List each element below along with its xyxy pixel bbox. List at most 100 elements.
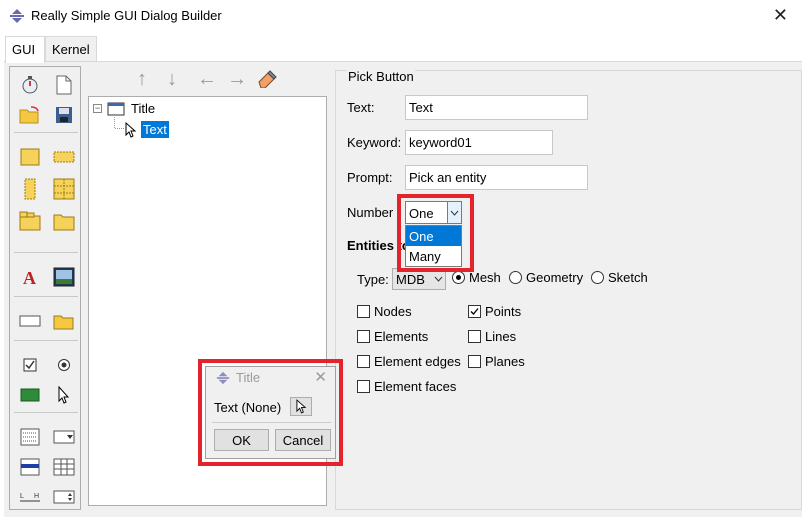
- collapse-icon[interactable]: −: [93, 104, 102, 113]
- horizontal-frame-icon[interactable]: [52, 145, 76, 169]
- new-file-icon[interactable]: [52, 73, 76, 97]
- type-select-value: MDB: [396, 272, 425, 287]
- spinner-icon[interactable]: [52, 485, 76, 509]
- text-label: Text:: [347, 100, 375, 115]
- svg-text:A: A: [23, 268, 36, 287]
- checkbox-points-box[interactable]: [468, 305, 481, 318]
- list-box-icon[interactable]: [18, 425, 42, 449]
- file-tools-group: [14, 69, 78, 133]
- dialog-box-icon[interactable]: [18, 145, 42, 169]
- close-icon[interactable]: ✕: [773, 5, 788, 26]
- move-right-icon[interactable]: →: [227, 68, 247, 91]
- checkbox-nodes[interactable]: Nodes: [357, 304, 412, 319]
- tree-connector: [114, 114, 115, 128]
- button-tools-group: [14, 349, 78, 413]
- checkbox-lines-box[interactable]: [468, 330, 481, 343]
- push-button-icon[interactable]: [18, 383, 42, 407]
- radio-mesh-indicator[interactable]: [452, 271, 465, 284]
- widget-toolbox: A L H: [9, 66, 81, 510]
- checkbox-element-faces-box[interactable]: [357, 380, 370, 393]
- list-tools-group: LH: [14, 421, 78, 511]
- prompt-label: Prompt:: [347, 170, 393, 185]
- checkbox-element-faces[interactable]: Element faces: [357, 379, 456, 394]
- tab-gui[interactable]: GUI: [5, 36, 45, 63]
- checkbox-elements[interactable]: Elements: [357, 329, 428, 344]
- svg-text:L: L: [20, 493, 24, 500]
- radio-geometry[interactable]: Geometry: [509, 270, 583, 285]
- number-dropdown: One Many: [405, 225, 462, 267]
- checkbox-elements-label: Elements: [374, 329, 429, 344]
- checkbox-nodes-box[interactable]: [357, 305, 370, 318]
- move-up-icon[interactable]: ↑: [137, 68, 147, 91]
- checkbox-element-edges[interactable]: Element edges: [357, 354, 461, 369]
- checkbox-element-faces-label: Element faces: [374, 379, 457, 394]
- label-icon[interactable]: A: [18, 265, 42, 289]
- highlight-box-preview: [198, 359, 343, 466]
- checkbox-element-edges-box[interactable]: [357, 355, 370, 368]
- display-tools-group: A: [14, 261, 78, 297]
- tree-node-text-label: Text: [141, 121, 169, 138]
- checkbox-lines[interactable]: Lines: [468, 329, 516, 344]
- dialog-window-icon: [107, 102, 125, 115]
- checkbox-nodes-label: Nodes: [374, 304, 412, 319]
- radio-sketch-indicator[interactable]: [591, 271, 604, 284]
- window-title: Really Simple GUI Dialog Builder: [31, 8, 222, 23]
- slider-icon[interactable]: LH: [18, 485, 42, 509]
- radio-mesh-label: Mesh: [469, 270, 501, 285]
- pick-cursor-icon: [125, 121, 137, 138]
- grid-frame-icon[interactable]: [52, 177, 76, 201]
- table-icon[interactable]: [52, 455, 76, 479]
- keyword-field[interactable]: keyword01: [405, 130, 553, 155]
- number-label: Number: [347, 205, 394, 220]
- checkbox-icon[interactable]: [18, 353, 42, 377]
- radio-mesh[interactable]: Mesh: [452, 270, 501, 285]
- radio-sketch-label: Sketch: [608, 270, 648, 285]
- svg-text:H: H: [34, 493, 39, 500]
- checkbox-planes[interactable]: Planes: [468, 354, 525, 369]
- text-field-icon[interactable]: [18, 309, 42, 333]
- tree-node-text[interactable]: Text: [125, 121, 169, 138]
- checkbox-elements-box[interactable]: [357, 330, 370, 343]
- radio-geometry-indicator[interactable]: [509, 271, 522, 284]
- move-left-icon[interactable]: ←: [197, 68, 217, 91]
- combo-box-icon[interactable]: [52, 425, 76, 449]
- eraser-icon[interactable]: [257, 70, 277, 88]
- vertical-frame-icon[interactable]: [18, 177, 42, 201]
- chevron-down-icon[interactable]: [431, 269, 445, 289]
- prompt-field[interactable]: Pick an entity: [405, 165, 588, 190]
- number-option-one[interactable]: One: [406, 226, 461, 246]
- tab-book-icon[interactable]: [18, 209, 42, 233]
- table-header-icon[interactable]: [18, 455, 42, 479]
- app-icon: [10, 9, 24, 23]
- tab-kernel[interactable]: Kernel: [45, 36, 97, 62]
- image-icon[interactable]: [52, 265, 76, 289]
- panel-title: Pick Button: [347, 69, 415, 84]
- file-open-icon[interactable]: [52, 309, 76, 333]
- tree-connector: [115, 128, 124, 129]
- stopwatch-icon[interactable]: [18, 73, 42, 97]
- radio-geometry-label: Geometry: [526, 270, 584, 285]
- tab-bar: GUI Kernel: [0, 36, 802, 63]
- tree-node-title-label: Title: [131, 101, 156, 116]
- keyword-label: Keyword:: [347, 135, 402, 150]
- container-tools-group: [14, 141, 78, 253]
- window-titlebar: Really Simple GUI Dialog Builder ✕: [0, 0, 802, 32]
- move-down-icon[interactable]: ↓: [167, 68, 177, 91]
- tab-page-icon[interactable]: [52, 209, 76, 233]
- checkbox-points[interactable]: Points: [468, 304, 521, 319]
- save-icon[interactable]: [52, 103, 76, 127]
- pick-button-icon[interactable]: [52, 383, 76, 407]
- radio-button-icon[interactable]: [52, 353, 76, 377]
- open-folder-icon[interactable]: [18, 103, 42, 127]
- checkbox-lines-label: Lines: [485, 329, 517, 344]
- checkbox-planes-label: Planes: [485, 354, 525, 369]
- checkbox-points-label: Points: [485, 304, 522, 319]
- number-option-many[interactable]: Many: [406, 246, 461, 266]
- type-label: Type:: [357, 272, 389, 287]
- input-tools-group: [14, 305, 78, 341]
- checkbox-element-edges-label: Element edges: [374, 354, 461, 369]
- radio-sketch[interactable]: Sketch: [591, 270, 648, 285]
- checkbox-planes-box[interactable]: [468, 355, 481, 368]
- tree-node-title[interactable]: − Title: [93, 101, 155, 116]
- text-field[interactable]: Text: [405, 95, 588, 120]
